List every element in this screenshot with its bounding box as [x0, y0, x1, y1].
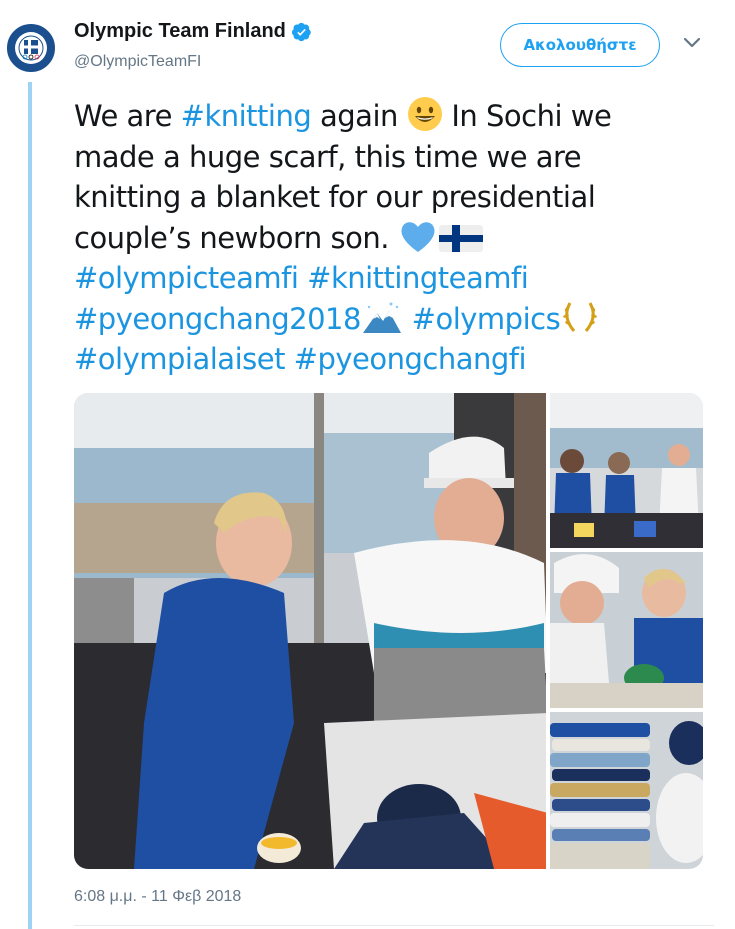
tweet-timestamp[interactable]: 6:08 μ.μ. - 11 Φεβ 2018 [74, 888, 241, 906]
hashtag-olympicteamfi[interactable]: #olympicteamfi [74, 261, 299, 295]
tweet-line-2: made a huge scarf, this time we are [74, 139, 582, 174]
photo-group[interactable] [550, 393, 703, 549]
hashtag-olympics[interactable]: #olympics [412, 302, 561, 336]
tweet-text-segment: In Sochi we [442, 99, 612, 133]
account-handle[interactable]: @OlympicTeamFI [74, 53, 201, 71]
photo-knitting-closeup[interactable] [550, 552, 703, 708]
profile-avatar[interactable] [7, 24, 55, 72]
hashtag-pyeongchang2018[interactable]: #pyeongchang2018 [74, 302, 361, 336]
tweet-line-3: knitting a blanket for our presidential [74, 180, 596, 214]
grinning-face-emoji [407, 97, 442, 131]
tweet-text: We are #knitting again In Sochi we made … [74, 96, 714, 380]
divider [74, 925, 714, 926]
account-name[interactable]: Olympic Team Finland [74, 20, 286, 43]
chevron-down-icon[interactable] [682, 36, 702, 50]
account-name-row[interactable]: Olympic Team Finland [74, 20, 312, 43]
tweet-line-7: #olympialaiset #pyeongchangfi [74, 339, 714, 380]
tweet-line-4: couple’s newborn son. [74, 218, 714, 259]
hashtag-knittingteamfi[interactable]: #knittingteamfi [307, 261, 529, 295]
verified-badge-icon [291, 22, 311, 41]
photo-knitted-stack[interactable] [550, 712, 703, 869]
thread-line [28, 82, 32, 929]
laurel-wreath-emoji [563, 301, 598, 332]
hashtag-olympialaiset[interactable]: #olympialaiset [74, 342, 285, 376]
tweet-text-segment: again [311, 99, 407, 133]
tweet-media-grid [74, 393, 703, 869]
finland-flag-emoji [438, 224, 483, 252]
hashtag-knitting[interactable]: #knitting [181, 99, 312, 133]
photo-main[interactable] [74, 393, 548, 869]
follow-button[interactable]: Ακολουθήστε [500, 23, 660, 67]
tweet-line-6: #pyeongchang2018 #olympics [74, 299, 714, 340]
blue-heart-emoji [401, 221, 435, 252]
tweet-text-segment: We are [74, 99, 181, 133]
tweet-line-5: #olympicteamfi #knittingteamfi [74, 258, 714, 299]
hashtag-pyeongchangfi[interactable]: #pyeongchangfi [294, 342, 527, 376]
tweet-line-1: We are #knitting again In Sochi we [74, 96, 714, 137]
tweet-text-segment: couple’s newborn son. [74, 220, 398, 255]
snow-mountain-emoji [362, 302, 401, 333]
